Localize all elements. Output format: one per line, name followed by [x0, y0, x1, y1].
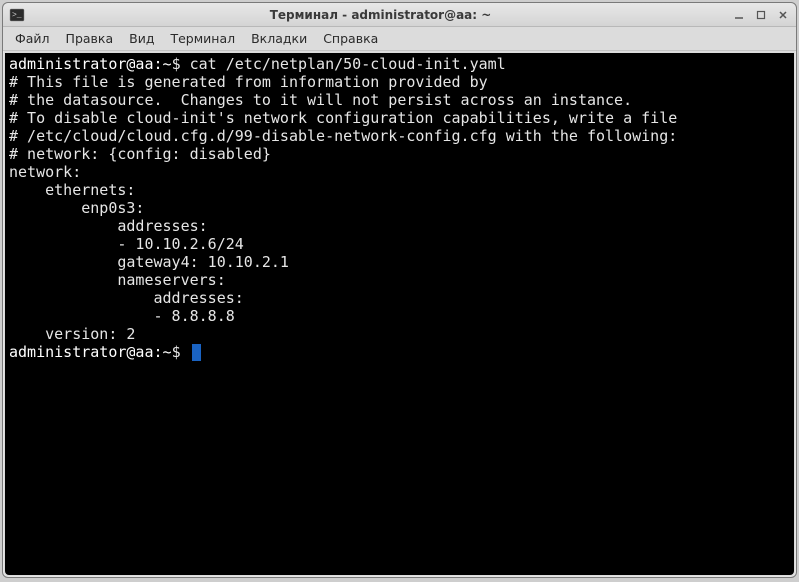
output-line: # This file is generated from informatio…: [9, 73, 790, 91]
prompt-path: ~: [163, 55, 172, 73]
terminal-window: >_ Терминал - administrator@aa: ~ Файл П…: [2, 2, 797, 578]
menu-tabs[interactable]: Вкладки: [243, 28, 315, 49]
output-line: - 8.8.8.8: [9, 307, 790, 325]
command-text: cat /etc/netplan/50-cloud-init.yaml: [190, 55, 506, 73]
output-line: ethernets:: [9, 181, 790, 199]
output-line: addresses:: [9, 289, 790, 307]
output-line: version: 2: [9, 325, 790, 343]
minimize-button[interactable]: [732, 8, 746, 22]
prompt-sep: :: [154, 55, 163, 73]
window-title: Терминал - administrator@aa: ~: [29, 8, 732, 22]
menu-help[interactable]: Справка: [315, 28, 386, 49]
output-line: nameservers:: [9, 271, 790, 289]
output-line: - 10.10.2.6/24: [9, 235, 790, 253]
app-icon: >_: [9, 7, 25, 23]
output-line: enp0s3:: [9, 199, 790, 217]
maximize-button[interactable]: [754, 8, 768, 22]
output-line: # the datasource. Changes to it will not…: [9, 91, 790, 109]
prompt-userhost: administrator@aa: [9, 55, 154, 73]
menu-edit[interactable]: Правка: [58, 28, 122, 49]
titlebar[interactable]: >_ Терминал - administrator@aa: ~: [3, 3, 796, 27]
output-line: # /etc/cloud/cloud.cfg.d/99-disable-netw…: [9, 127, 790, 145]
prompt-path: ~: [163, 343, 172, 361]
prompt-line: administrator@aa:~$ cat /etc/netplan/50-…: [9, 55, 790, 73]
menu-view[interactable]: Вид: [121, 28, 162, 49]
cursor: [192, 344, 201, 361]
output-line: gateway4: 10.10.2.1: [9, 253, 790, 271]
prompt-userhost: administrator@aa: [9, 343, 154, 361]
menu-file[interactable]: Файл: [7, 28, 58, 49]
output-line: network:: [9, 163, 790, 181]
prompt-dollar: $: [172, 343, 181, 361]
output-line: addresses:: [9, 217, 790, 235]
terminal-viewport[interactable]: administrator@aa:~$ cat /etc/netplan/50-…: [5, 53, 794, 575]
prompt-dollar: $: [172, 55, 181, 73]
output-line: # To disable cloud-init's network config…: [9, 109, 790, 127]
prompt-line: administrator@aa:~$: [9, 343, 790, 361]
svg-text:>_: >_: [12, 11, 22, 20]
prompt-sep: :: [154, 343, 163, 361]
menu-terminal[interactable]: Терминал: [162, 28, 243, 49]
window-controls: [732, 8, 790, 22]
output-line: # network: {config: disabled}: [9, 145, 790, 163]
menubar: Файл Правка Вид Терминал Вкладки Справка: [3, 27, 796, 51]
close-button[interactable]: [776, 8, 790, 22]
